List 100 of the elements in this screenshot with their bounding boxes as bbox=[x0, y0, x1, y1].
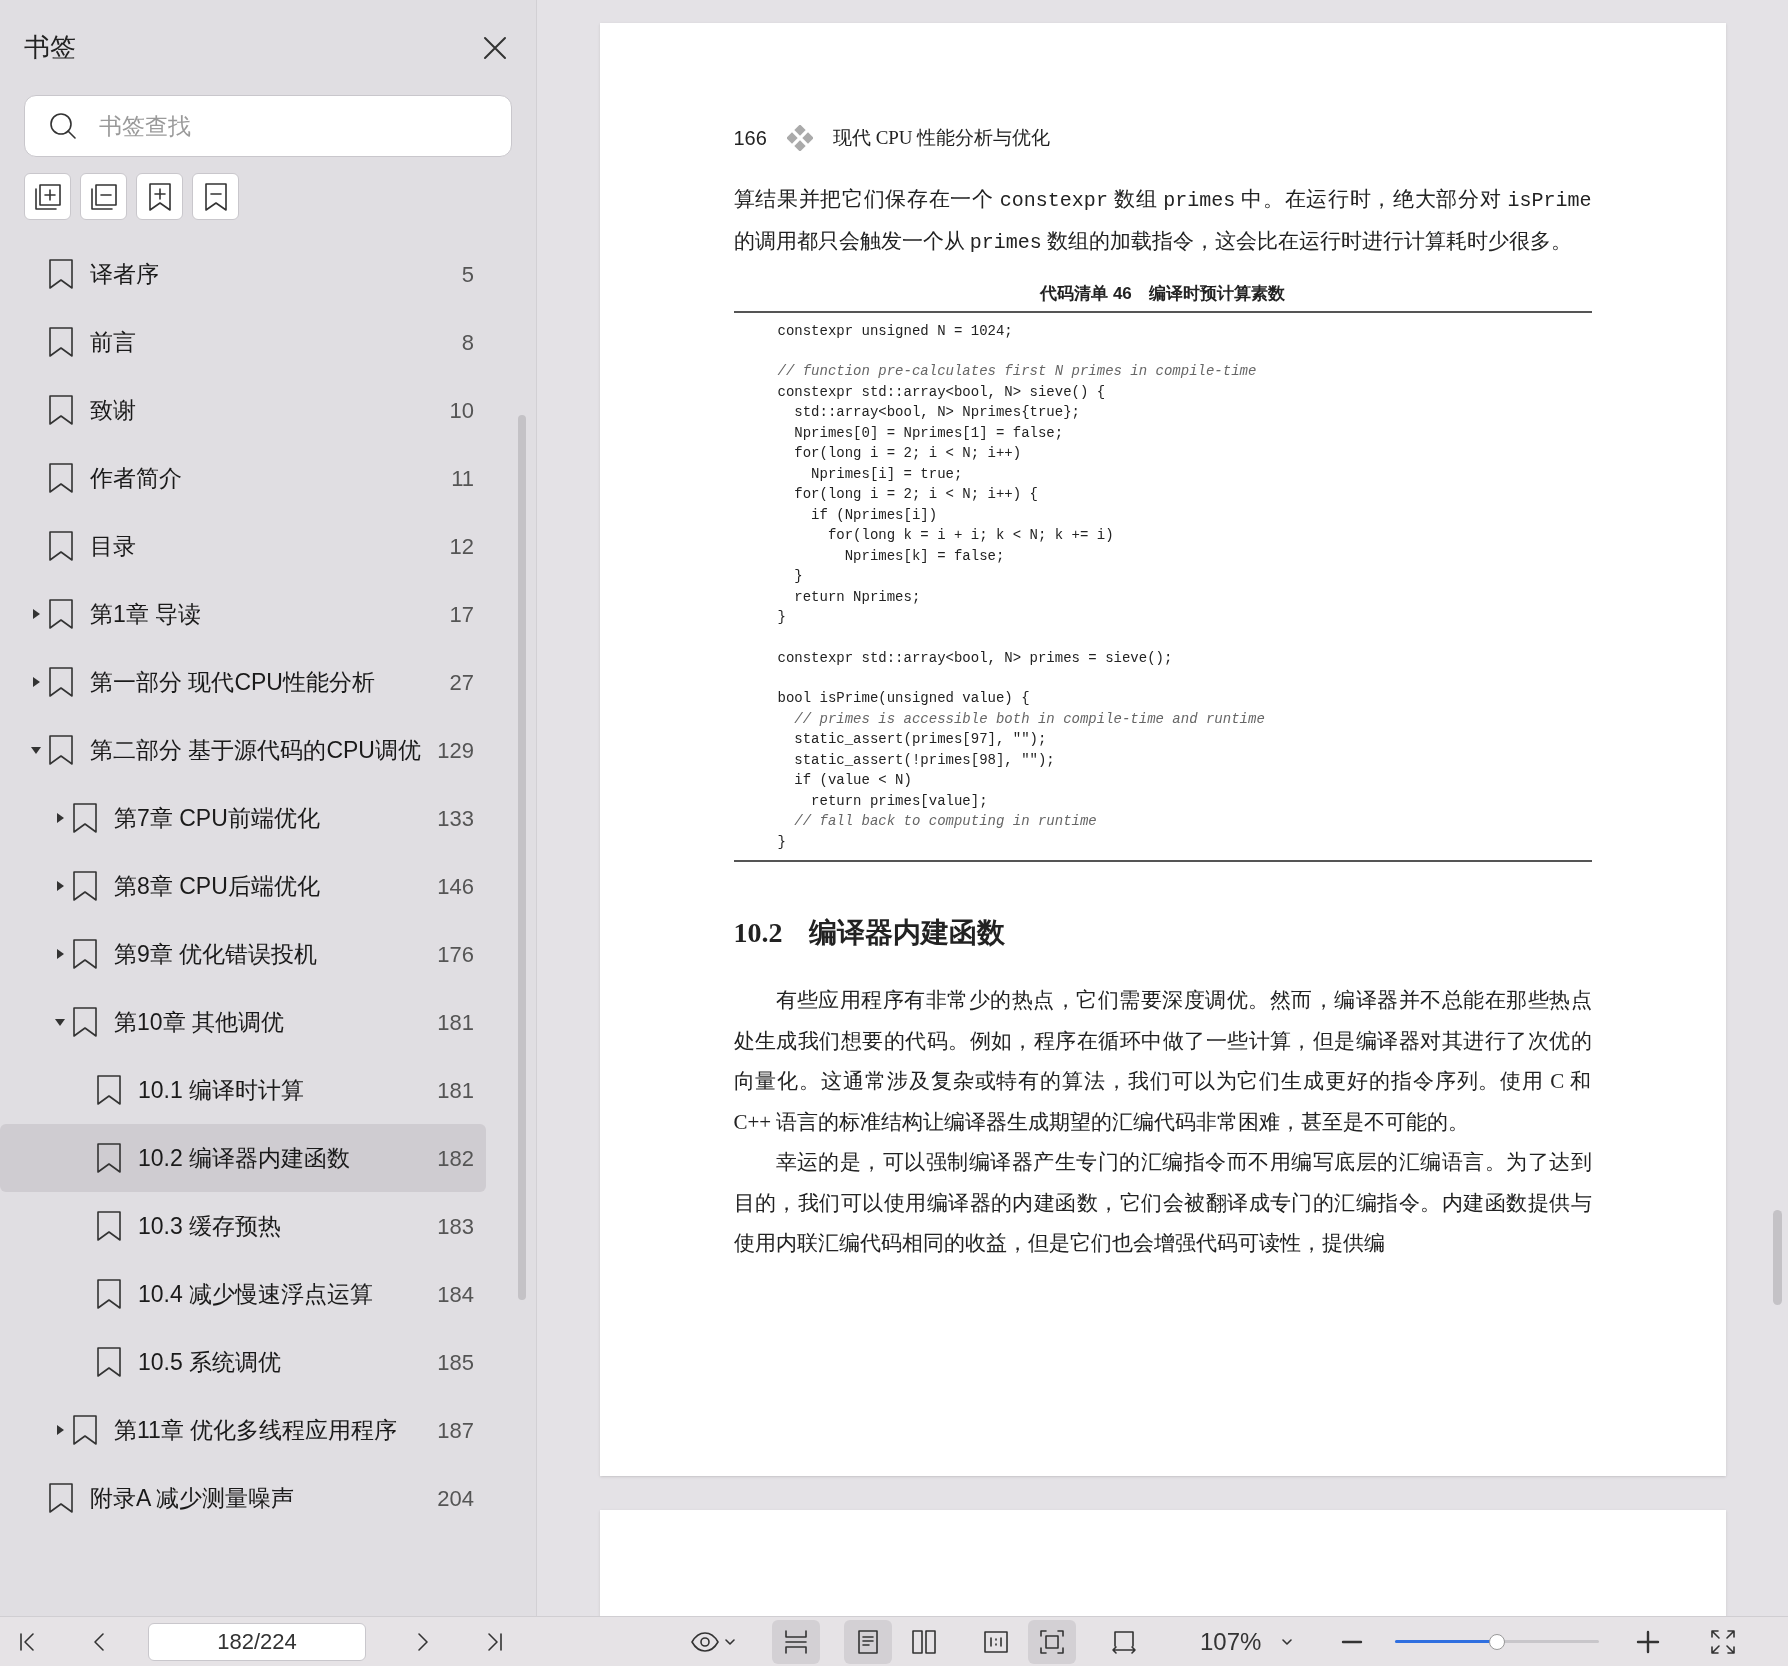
bookmark-item[interactable]: 作者简介 11 bbox=[0, 444, 486, 512]
add-bookmark-button[interactable] bbox=[136, 173, 183, 220]
collapsed-triangle-icon[interactable] bbox=[55, 949, 65, 959]
code-line: if (value < N) bbox=[793, 771, 913, 790]
bookmark-icon bbox=[96, 1142, 122, 1174]
bookmark-icon bbox=[48, 258, 74, 290]
fullscreen-icon bbox=[1709, 1627, 1738, 1656]
section-heading: 编译器内建函数 bbox=[808, 916, 1005, 950]
bookmark-icon bbox=[72, 1414, 98, 1446]
bookmark-item[interactable]: 10.2 编译器内建函数 182 bbox=[0, 1124, 486, 1192]
bookmark-icon bbox=[96, 1346, 122, 1378]
bookmark-item[interactable]: 第9章 优化错误投机 176 bbox=[0, 920, 486, 988]
bookmark-item[interactable]: 10.4 减少慢速浮点运算 184 bbox=[0, 1260, 486, 1328]
bookmark-icon bbox=[48, 598, 74, 630]
body-paragraph: 算结果并把它们保存在一个 constexpr 数组 primes 中。在运行时，绝大部分对 isPrime 的调用都只会触发一个从 primes 数组的加载指令，这会比在运行时进行计算耗时少很多。 bbox=[733, 186, 1592, 256]
search-icon bbox=[48, 111, 78, 141]
bookmark-icon bbox=[48, 530, 74, 562]
bookmark-icon bbox=[48, 666, 74, 698]
bookmark-icon bbox=[48, 462, 74, 494]
body-paragraph: 有些应用程序有非常少的热点，它们需要深度调优。然而，编译器并不总能在那些热点处生成我们想要的代码。例如，程序在循环中做了一些计算，但是编译器对其进行了次优的向量化。这通常涉及复杂或特有的算法，我们可以为它们生成更好的指令序列。使用 C 和 C++ 语言的标准结构让编译器生成期望的汇编代码非常困难，甚至是不可能的。 bbox=[733, 987, 1592, 1136]
ornament-icon bbox=[786, 125, 813, 151]
bookmark-item[interactable]: 目录 12 bbox=[0, 512, 486, 580]
bookmark-item[interactable]: 10.1 编译时计算 181 bbox=[0, 1056, 486, 1124]
collapsed-triangle-icon[interactable] bbox=[55, 813, 65, 823]
code-line: Nprimes[0] = Nprimes[1] = false; bbox=[793, 423, 1065, 443]
code-line: for(long i = 2; i < N; i++) bbox=[793, 444, 1023, 463]
code-line: return Nprimes; bbox=[793, 587, 922, 607]
fit-width-button[interactable] bbox=[772, 1619, 820, 1664]
bookmark-icon bbox=[48, 394, 74, 426]
bookmark-icon bbox=[48, 1482, 74, 1514]
bookmark-icon bbox=[72, 938, 98, 970]
expanded-triangle-icon[interactable] bbox=[31, 745, 41, 755]
code-comment: // function pre-calculates first N primes in compile-time bbox=[777, 362, 1258, 381]
bookmark-item[interactable]: 附录A 减少测量噪声 204 bbox=[0, 1464, 486, 1532]
bookmark-icon bbox=[72, 1006, 98, 1038]
fit-page-button[interactable] bbox=[1028, 1619, 1076, 1664]
code-line: for(long k = i + i; k < N; k += i) bbox=[826, 526, 1115, 545]
code-line: constexpr std::array<bool, N> primes = sieve(); bbox=[777, 648, 1174, 668]
collapsed-triangle-icon[interactable] bbox=[55, 1425, 65, 1435]
code-line: } bbox=[777, 608, 787, 627]
page-number-field[interactable]: 182/224 bbox=[148, 1622, 366, 1661]
code-line: if (Nprimes[i]) bbox=[810, 505, 939, 525]
collapsed-triangle-icon[interactable] bbox=[55, 881, 65, 891]
collapsed-triangle-icon[interactable] bbox=[31, 609, 41, 619]
running-header-title: 现代 CPU 性能分析与优化 bbox=[832, 125, 1051, 150]
collapsed-triangle-icon[interactable] bbox=[31, 677, 41, 687]
fit-width-icon bbox=[782, 1627, 810, 1656]
zoom-slider[interactable] bbox=[1395, 1632, 1600, 1651]
listing-caption: 代码清单 46 编译时预计算素数 bbox=[1038, 283, 1286, 305]
bookmark-item[interactable]: 第7章 CPU前端优化 133 bbox=[0, 784, 486, 852]
bookmark-icon bbox=[96, 1210, 122, 1242]
bookmark-item[interactable]: 译者序 5 bbox=[0, 240, 486, 308]
scrollbar[interactable] bbox=[518, 415, 526, 1300]
section-number: 10.2 bbox=[733, 916, 783, 950]
code-line: Nprimes[i] = true; bbox=[810, 464, 964, 484]
code-line: std::array<bool, N> Nprimes{true}; bbox=[793, 403, 1081, 422]
single-page-button[interactable] bbox=[844, 1619, 892, 1664]
bookmark-icon bbox=[48, 326, 74, 358]
bookmark-item[interactable]: 第1章 导读 17 bbox=[0, 580, 486, 648]
code-line: constexpr unsigned N = 1024; bbox=[777, 321, 1014, 341]
code-comment: // primes is accessible both in compile-time and runtime bbox=[793, 709, 1266, 729]
code-comment: // fall back to computing in runtime bbox=[793, 812, 1098, 831]
code-line: static_assert(primes[97], ""); bbox=[793, 730, 1048, 749]
body-paragraph: 幸运的是，可以强制编译器产生专门的汇编指令而不用编写底层的汇编语言。为了达到目的，我们可以使用编译器的内建函数，它们会被翻译成专门的汇编指令。内建函数提供与使用内联汇编代码相同的收益，但是它们也会增强代码可读性，提供编 bbox=[733, 1149, 1592, 1257]
bookmark-icon bbox=[96, 1074, 122, 1106]
code-line: constexpr std::array<bool, N> sieve() { bbox=[777, 382, 1107, 402]
two-page-icon bbox=[910, 1627, 938, 1656]
code-line: } bbox=[777, 832, 787, 852]
zoom-dropdown[interactable]: 107% bbox=[1196, 1619, 1298, 1664]
code-line: return primes[value]; bbox=[810, 791, 989, 811]
code-line: } bbox=[793, 567, 804, 586]
bookmark-item[interactable]: 致谢 10 bbox=[0, 376, 486, 444]
expanded-triangle-icon[interactable] bbox=[55, 1017, 65, 1027]
bookmark-icon bbox=[96, 1278, 122, 1310]
bookmark-icon bbox=[48, 734, 74, 766]
collapse-all-button[interactable] bbox=[80, 173, 127, 220]
eye-icon bbox=[690, 1629, 720, 1654]
bookmark-item[interactable]: 第一部分 现代CPU性能分析 27 bbox=[0, 648, 486, 716]
code-line: static_assert(!primes[98], ""); bbox=[793, 750, 1056, 770]
bookmark-icon bbox=[72, 802, 98, 834]
code-line: for(long i = 2; i < N; i++) { bbox=[793, 485, 1039, 504]
panel-title: 书签 bbox=[24, 31, 76, 64]
fit-page-icon bbox=[1038, 1627, 1066, 1656]
bookmark-item[interactable]: 第8章 CPU后端优化 146 bbox=[0, 852, 486, 920]
plus-icon bbox=[1635, 1628, 1662, 1655]
page-number: 166 bbox=[733, 126, 767, 151]
bookmark-item[interactable]: 第二部分 基于源代码的CPU调优 129 bbox=[0, 716, 486, 784]
bookmark-item[interactable]: 10.5 系统调优 185 bbox=[0, 1328, 486, 1396]
code-line: bool isPrime(unsigned value) { bbox=[777, 689, 1031, 708]
bookmark-item[interactable]: 第10章 其他调优 181 bbox=[0, 988, 486, 1056]
bookmark-item[interactable]: 10.3 缓存预热 183 bbox=[0, 1192, 486, 1260]
bookmark-item[interactable]: 前言 8 bbox=[0, 308, 486, 376]
scrollbar[interactable] bbox=[1773, 1210, 1782, 1305]
bookmark-icon bbox=[72, 870, 98, 902]
remove-bookmark-button[interactable] bbox=[192, 173, 239, 220]
code-line: Nprimes[k] = false; bbox=[843, 546, 1006, 566]
expand-all-button[interactable] bbox=[24, 173, 71, 220]
bookmark-item[interactable]: 第11章 优化多线程应用程序 187 bbox=[0, 1396, 486, 1464]
minus-icon bbox=[1341, 1639, 1364, 1644]
search-field[interactable]: 书签查找 bbox=[24, 95, 512, 157]
